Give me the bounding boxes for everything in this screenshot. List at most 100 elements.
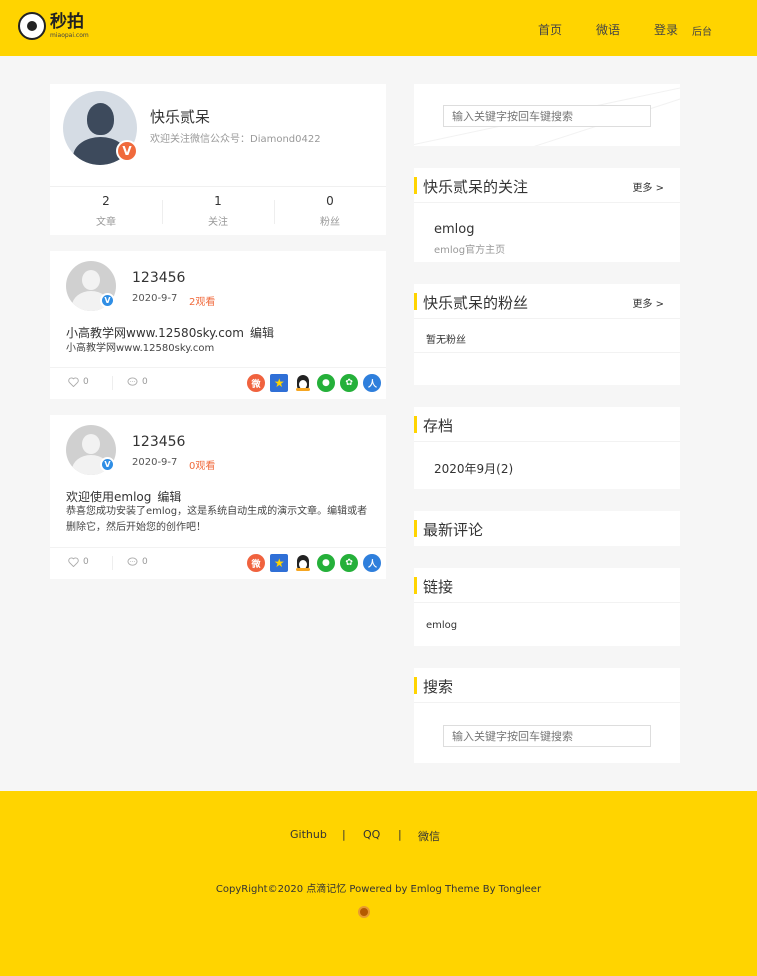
footer-link-qq[interactable]: QQ bbox=[363, 828, 380, 841]
post-edit-link[interactable]: 编辑 bbox=[250, 326, 274, 340]
renren-icon[interactable]: 人 bbox=[363, 554, 382, 572]
renren-icon[interactable]: 人 bbox=[363, 374, 382, 392]
post-footer: 0 0 微 ★ ● ✿ 人 bbox=[50, 547, 386, 579]
accent-bar bbox=[414, 293, 417, 310]
nav-weiyu[interactable]: 微语 bbox=[596, 21, 620, 38]
nav-home[interactable]: 首页 bbox=[538, 21, 562, 38]
accent-bar bbox=[414, 577, 417, 594]
accent-bar bbox=[414, 177, 417, 194]
stat-articles[interactable]: 2 文章 bbox=[50, 194, 162, 228]
qzone-icon[interactable]: ★ bbox=[270, 374, 289, 392]
footer-link-wechat[interactable]: 微信 bbox=[418, 828, 440, 844]
comment-button[interactable]: 0 bbox=[127, 377, 148, 387]
post-author[interactable]: 123456 bbox=[132, 270, 185, 286]
post-edit-link[interactable]: 编辑 bbox=[157, 490, 181, 504]
like-count: 0 bbox=[83, 557, 89, 567]
nav-login[interactable]: 登录 bbox=[654, 21, 678, 38]
post-date: 2020-9-7 bbox=[132, 457, 178, 468]
verified-badge-icon: V bbox=[100, 293, 115, 308]
like-count: 0 bbox=[83, 377, 89, 387]
verified-badge-icon: V bbox=[100, 457, 115, 472]
profile-name[interactable]: 快乐贰呆 bbox=[150, 106, 210, 127]
moments-icon[interactable]: ✿ bbox=[340, 374, 359, 392]
widget-title: 存档 bbox=[423, 417, 454, 435]
weibo-icon[interactable]: 微 bbox=[247, 554, 265, 572]
stat-following[interactable]: 1 关注 bbox=[162, 194, 274, 228]
stat-fans-label: 粉丝 bbox=[320, 217, 340, 228]
widget-title: 链接 bbox=[423, 578, 454, 596]
widget-header: 快乐贰呆的粉丝 更多 > bbox=[414, 284, 680, 319]
stat-following-count: 1 bbox=[214, 194, 222, 208]
archive-widget: 存档 2020年9月(2) bbox=[414, 407, 680, 489]
fans-widget: 快乐贰呆的粉丝 更多 > 暂无粉丝 bbox=[414, 284, 680, 385]
widget-header: 最新评论 bbox=[414, 511, 680, 546]
share-buttons: 微 ★ ● ✿ 人 bbox=[247, 374, 387, 392]
comment-count: 0 bbox=[142, 557, 148, 567]
logo-title: 秒拍 bbox=[50, 11, 84, 32]
footer-link-github[interactable]: Github bbox=[290, 828, 327, 841]
following-widget: 快乐贰呆的关注 更多 > emlog emlog官方主页 bbox=[414, 168, 680, 262]
post-excerpt: 恭喜您成功安装了emlog，这是系统自动生成的演示文章。编辑或者删除它，然后开始… bbox=[66, 506, 368, 533]
site-logo[interactable]: 秒拍 miaopai.com bbox=[18, 12, 89, 40]
stat-articles-label: 文章 bbox=[96, 217, 116, 228]
wechat-icon[interactable]: ● bbox=[316, 374, 335, 392]
post-title: 欢迎使用emlog 编辑 bbox=[66, 488, 181, 505]
comment-icon bbox=[127, 557, 138, 566]
following-item-desc: emlog官方主页 bbox=[434, 245, 506, 256]
widget-header: 存档 bbox=[414, 407, 680, 442]
verified-badge-icon: V bbox=[116, 140, 138, 162]
footer-separator: | bbox=[342, 828, 346, 841]
comment-icon bbox=[127, 377, 138, 386]
comment-button[interactable]: 0 bbox=[127, 557, 148, 567]
stat-fans[interactable]: 0 粉丝 bbox=[274, 194, 386, 228]
search-input[interactable] bbox=[443, 725, 651, 747]
nav-admin[interactable]: 后台 bbox=[692, 23, 712, 38]
heart-icon bbox=[68, 377, 79, 387]
post-title: 小高教学网www.12580sky.com 编辑 bbox=[66, 324, 274, 341]
widget-title: 快乐贰呆的关注 bbox=[423, 178, 529, 196]
post-card: V 123456 2020-9-7 2观看 小高教学网www.12580sky.… bbox=[50, 251, 386, 399]
badge-icon bbox=[358, 906, 370, 918]
weibo-icon[interactable]: 微 bbox=[247, 374, 265, 392]
like-button[interactable]: 0 bbox=[68, 377, 89, 387]
divider bbox=[414, 352, 680, 353]
more-link[interactable]: 更多 > bbox=[632, 179, 664, 194]
accent-bar bbox=[414, 677, 417, 694]
post-title-link[interactable]: 欢迎使用emlog bbox=[66, 490, 151, 504]
post-views: 0观看 bbox=[189, 461, 216, 472]
site-footer: Github | QQ | 微信 CopyRight©2020 点滴记忆 Pow… bbox=[0, 791, 757, 976]
camera-logo-icon bbox=[18, 12, 46, 40]
stat-fans-count: 0 bbox=[326, 194, 334, 208]
divider bbox=[50, 186, 386, 187]
more-link[interactable]: 更多 > bbox=[632, 295, 664, 310]
widget-header: 链接 bbox=[414, 568, 680, 603]
divider bbox=[112, 376, 113, 390]
profile-card: V 快乐贰呆 欢迎关注微信公众号：Diamond0422 2 文章 1 关注 0… bbox=[50, 84, 386, 235]
qq-icon[interactable] bbox=[294, 374, 312, 392]
qq-icon[interactable] bbox=[294, 554, 312, 572]
post-views: 2观看 bbox=[189, 297, 216, 308]
search-input[interactable] bbox=[443, 105, 651, 127]
widget-header: 快乐贰呆的关注 更多 > bbox=[414, 168, 680, 203]
widget-header: 搜索 bbox=[414, 668, 680, 703]
qzone-icon[interactable]: ★ bbox=[270, 554, 289, 572]
post-author[interactable]: 123456 bbox=[132, 434, 185, 450]
post-card: V 123456 2020-9-7 0观看 欢迎使用emlog 编辑 恭喜您成功安… bbox=[50, 415, 386, 579]
moments-icon[interactable]: ✿ bbox=[340, 554, 359, 572]
accent-bar bbox=[414, 416, 417, 433]
footer-separator: | bbox=[398, 828, 402, 841]
search-widget: 搜索 bbox=[414, 668, 680, 763]
divider bbox=[112, 556, 113, 570]
widget-title: 最新评论 bbox=[423, 521, 484, 539]
fans-empty: 暂无粉丝 bbox=[426, 335, 466, 346]
post-title-link[interactable]: 小高教学网www.12580sky.com bbox=[66, 326, 244, 340]
archive-item[interactable]: 2020年9月(2) bbox=[434, 460, 513, 477]
top-search-widget bbox=[414, 84, 680, 146]
link-item[interactable]: emlog bbox=[426, 620, 457, 631]
widget-title: 快乐贰呆的粉丝 bbox=[423, 294, 529, 312]
stat-following-label: 关注 bbox=[208, 217, 228, 228]
wechat-icon[interactable]: ● bbox=[316, 554, 335, 572]
comments-widget: 最新评论 bbox=[414, 511, 680, 546]
following-item-name[interactable]: emlog bbox=[434, 222, 474, 237]
like-button[interactable]: 0 bbox=[68, 557, 89, 567]
